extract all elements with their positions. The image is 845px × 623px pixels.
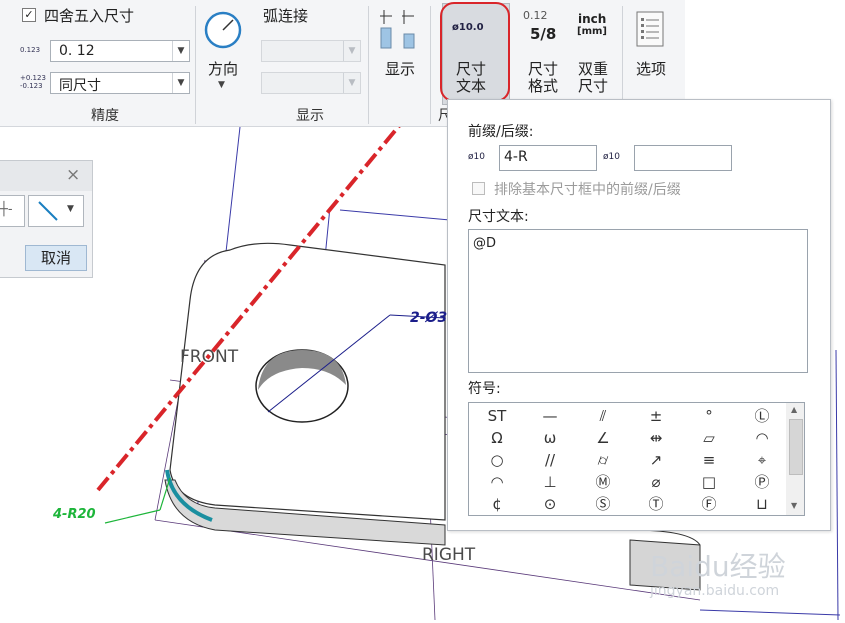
suffix-input[interactable] [634, 145, 732, 171]
document-list-icon [636, 11, 664, 47]
precision-group-label: 精度 [91, 108, 119, 124]
symbol-button[interactable]: Ⓟ [742, 471, 782, 493]
dimension-text-icon: ø10.0 [452, 22, 484, 33]
watermark: Baidu经验 jingyan.baidu.com [650, 545, 786, 599]
symbol-button[interactable]: ▱ [689, 427, 729, 449]
dim-text-value: @D [473, 236, 497, 251]
symbol-button[interactable]: Ⓛ [742, 405, 782, 427]
symbol-button[interactable]: Ⓜ [583, 471, 623, 493]
scroll-up-icon[interactable]: ▲ [791, 405, 797, 414]
symbol-button[interactable]: ∠ [583, 427, 623, 449]
tolerance-icon-top: +0.123 [20, 74, 46, 82]
dimension-display-icon [380, 10, 415, 49]
line-type-select[interactable]: ▼ [28, 195, 84, 227]
display-button[interactable] [378, 6, 422, 52]
arc-connect-label: 弧连接 [263, 7, 309, 25]
radius-dimension-label[interactable]: 4-R20 [53, 507, 96, 522]
watermark-subtext: jingyan.baidu.com [650, 583, 780, 599]
prefix-value: 4-R [504, 149, 528, 165]
front-datum-label: FRONT [180, 347, 239, 367]
tolerance-icon-bottom: -0.123 [20, 82, 43, 90]
precision-select[interactable]: 0. 12 ▼ [50, 40, 190, 62]
symbol-button[interactable]: ⊥ [530, 471, 570, 493]
dimension-text-panel: 前缀/后缀: ø10 4-R ø10 排除基本尺寸框中的前缀/后缀 尺寸文本: … [447, 99, 831, 531]
direction-button[interactable] [203, 10, 243, 50]
suffix-icon: ø10 [603, 152, 620, 162]
dim-text-label: 尺寸文本: [468, 209, 529, 225]
chevron-down-icon: ▼ [343, 73, 360, 93]
options-button[interactable] [634, 10, 668, 50]
cancel-button[interactable]: 取消 [25, 245, 87, 271]
round-dimensions-checkbox[interactable]: ✓ [22, 8, 36, 22]
display-group-label: 显示 [296, 108, 324, 124]
symbol-button[interactable]: ± [636, 405, 676, 427]
symbol-button[interactable]: ↗ [636, 449, 676, 471]
symbol-button[interactable]: Ω [477, 427, 517, 449]
symbol-button[interactable]: ○ [477, 449, 517, 471]
arc-style-select[interactable]: ▼ [261, 72, 361, 94]
symbol-button[interactable]: ° [689, 405, 729, 427]
symbol-button[interactable]: ≡ [689, 449, 729, 471]
symbol-button[interactable]: ¢ [477, 493, 517, 515]
scrollbar-thumb[interactable] [789, 419, 803, 475]
scroll-down-icon[interactable]: ▼ [791, 501, 797, 510]
symbol-scrollbar[interactable]: ▲ ▼ [786, 402, 805, 516]
chevron-down-icon: ▼ [67, 204, 74, 214]
tolerance-value: 同尺寸 [59, 78, 101, 94]
dim-format-line2: 格式 [527, 77, 558, 95]
symbol-button[interactable]: ω [530, 427, 570, 449]
dimension-text-line1: 尺寸 [455, 60, 486, 78]
exclude-label: 排除基本尺寸框中的前缀/后缀 [494, 182, 681, 198]
dim-format-line1: 尺寸 [527, 60, 558, 78]
chevron-down-icon: ▼ [343, 41, 360, 61]
precision-icon: 0.123 [20, 46, 41, 54]
watermark-text: Baidu经验 [650, 550, 786, 583]
close-icon[interactable]: × [66, 165, 80, 185]
symbols-label: 符号: [468, 381, 501, 397]
dual-line1: 双重 [577, 60, 608, 78]
round-dimensions-label: 四舍五入尺寸 [44, 7, 135, 25]
dimension-text-line2: 文本 [455, 77, 486, 95]
right-datum-label: RIGHT [422, 545, 476, 565]
symbol-button[interactable]: Ⓕ [689, 493, 729, 515]
symbol-button[interactable]: ⫽ [583, 405, 623, 427]
dual-line2: 尺寸 [577, 77, 608, 95]
exclude-checkbox[interactable] [472, 182, 485, 195]
symbol-button[interactable]: ST [477, 405, 517, 427]
symbol-button[interactable]: ⊙ [530, 493, 570, 515]
options-label: 选项 [635, 60, 666, 78]
symbol-button[interactable]: ⌀ [636, 471, 676, 493]
direction-label: 方向 [207, 60, 238, 78]
chevron-down-icon[interactable]: ▼ [218, 80, 225, 90]
chevron-down-icon: ▼ [172, 41, 189, 61]
display-button-label: 显示 [384, 60, 415, 78]
symbol-button[interactable]: ⌭ [583, 449, 623, 471]
symbol-button[interactable]: // [530, 449, 570, 471]
symbol-button[interactable]: □ [689, 471, 729, 493]
precision-value: 0. 12 [59, 43, 95, 59]
prefix-suffix-label: 前缀/后缀: [468, 124, 534, 140]
gauge-icon [204, 11, 242, 49]
floating-dialog: × ┼- ▼ 取消 [0, 160, 93, 278]
dim-text-textarea[interactable]: @D [468, 229, 808, 373]
hole-dimension-label[interactable]: 2-Ø3 [410, 310, 447, 326]
prefix-icon: ø10 [468, 152, 485, 162]
tolerance-select[interactable]: 同尺寸 ▼ [50, 72, 190, 94]
diagonal-line-icon [38, 201, 58, 221]
symbol-button[interactable]: — [530, 405, 570, 427]
prefix-input[interactable]: 4-R [499, 145, 597, 171]
symbol-button[interactable]: ◠ [477, 471, 517, 493]
symbol-button[interactable]: Ⓣ [636, 493, 676, 515]
symbol-button[interactable]: ◠ [742, 427, 782, 449]
symbol-palette: ST — ⫽ ± ° Ⓛ Ωω ∠ ⇹ ▱ ◠ ○//⌭ ↗ ≡ ⌖ ◠ ⊥ Ⓜ ⌀ □ Ⓟ ¢ ⊙ Ⓢ Ⓣ Ⓕ ⊔ [468, 402, 788, 516]
symbol-button[interactable]: ⌖ [742, 449, 782, 471]
symbol-button[interactable]: ⊔ [742, 493, 782, 515]
line-style-icon[interactable]: ┼- [0, 195, 25, 227]
symbol-button[interactable]: ⇹ [636, 427, 676, 449]
chevron-down-icon: ▼ [172, 73, 189, 93]
symbol-button[interactable]: Ⓢ [583, 493, 623, 515]
arc-connect-select[interactable]: ▼ [261, 40, 361, 62]
